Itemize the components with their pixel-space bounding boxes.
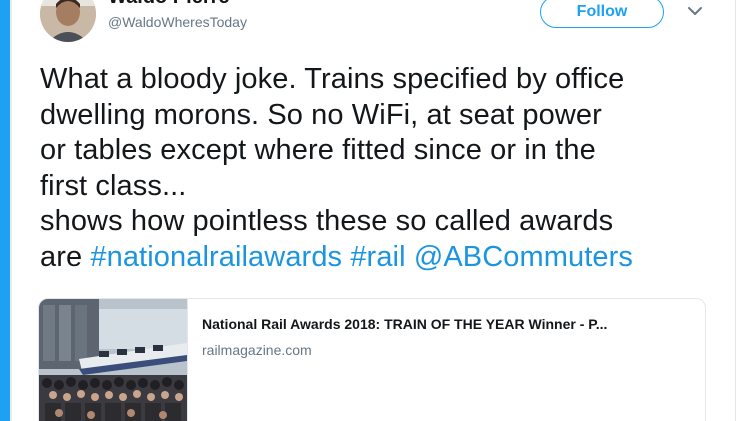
follow-button[interactable]: Follow bbox=[540, 0, 664, 28]
user-avatar-photo-icon bbox=[40, 0, 96, 42]
tweet-screenshot: Waldo Pierre @WaldoWheresToday Follow Wh… bbox=[0, 0, 750, 421]
avatar[interactable] bbox=[40, 0, 96, 42]
chevron-down-icon[interactable] bbox=[684, 0, 706, 22]
link-preview-card[interactable]: National Rail Awards 2018: TRAIN OF THE … bbox=[38, 298, 706, 421]
left-accent-bar bbox=[0, 0, 10, 421]
tweet-text-line: first class... bbox=[40, 169, 730, 205]
tweet-text-line: shows how pointless these so called awar… bbox=[40, 204, 730, 240]
hashtag-link[interactable]: #nationalrailawards bbox=[90, 241, 342, 273]
tweet-text-segment: What a bloody joke. Trains specified by … bbox=[40, 63, 625, 95]
card-title[interactable]: National Rail Awards 2018: TRAIN OF THE … bbox=[202, 316, 702, 332]
train-crowd-photo-icon bbox=[39, 299, 187, 421]
tweet-text-line: What a bloody joke. Trains specified by … bbox=[40, 62, 730, 98]
tweet-text-segment: first class... bbox=[40, 169, 187, 202]
tweet-text-segment: or tables except where fitted since or i… bbox=[40, 134, 596, 166]
tweet-text: What a bloody joke. Trains specified by … bbox=[40, 62, 730, 275]
left-divider bbox=[10, 0, 12, 421]
card-domain: railmagazine.com bbox=[202, 342, 312, 358]
user-handle[interactable]: @WaldoWheresToday bbox=[108, 14, 247, 30]
tweet-text-segment bbox=[406, 241, 414, 273]
right-divider bbox=[735, 0, 736, 421]
hashtag-link[interactable]: #rail bbox=[350, 241, 405, 273]
tweet-text-segment: are bbox=[40, 240, 91, 273]
tweet-text-segment: dwelling morons. So no WiFi, at seat pow… bbox=[40, 98, 602, 131]
display-name[interactable]: Waldo Pierre bbox=[108, 0, 230, 9]
tweet-text-line: dwelling morons. So no WiFi, at seat pow… bbox=[40, 98, 730, 134]
card-thumbnail bbox=[39, 299, 188, 421]
tweet-text-segment: shows how pointless these so called awar… bbox=[40, 205, 614, 237]
tweet-text-line: are #nationalrailawards #rail @ABCommute… bbox=[40, 240, 730, 276]
mention-link[interactable]: @ABCommuters bbox=[414, 241, 633, 273]
tweet-text-line: or tables except where fitted since or i… bbox=[40, 133, 730, 169]
